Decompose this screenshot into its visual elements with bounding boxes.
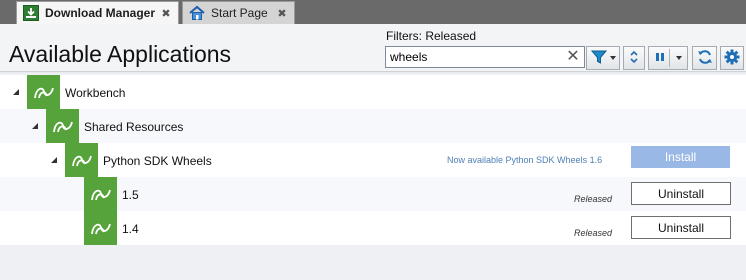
tree-item-label: Workbench <box>65 86 126 100</box>
tab-label: Download Manager <box>45 6 156 20</box>
update-available-text: Now available Python SDK Wheels 1.6 <box>447 155 603 165</box>
page-title: Available Applications <box>9 41 232 67</box>
filters-label: Filters: Released <box>386 29 477 43</box>
close-icon[interactable]: ✖ <box>159 7 173 20</box>
tree-row-python-sdk-wheels[interactable]: Python SDK Wheels Now available Python S… <box>0 143 746 177</box>
tree-item-label: Python SDK Wheels <box>103 154 212 168</box>
search-box[interactable]: ✕ <box>385 46 585 68</box>
status-badge: Released <box>573 228 612 238</box>
filter-button[interactable] <box>586 46 620 70</box>
applications-tree: Workbench Shared Resources Python SDK Wh… <box>0 73 746 280</box>
header: Available Applications Filters: Released… <box>0 24 746 72</box>
search-input[interactable] <box>390 49 560 65</box>
app-logo-icon <box>27 75 60 109</box>
download-icon <box>23 5 39 21</box>
tab-label: Start Page <box>211 6 268 20</box>
close-icon[interactable]: ✖ <box>275 7 289 20</box>
collapse-expand-button[interactable] <box>623 46 645 70</box>
chevron-down-icon <box>609 56 616 60</box>
refresh-icon <box>697 49 713 68</box>
tab-start-page[interactable]: Start Page ✖ <box>182 1 295 24</box>
chevron-down-icon <box>676 56 682 60</box>
tree-row-workbench[interactable]: Workbench <box>0 75 746 109</box>
expander-icon[interactable] <box>51 157 57 163</box>
app-logo-icon <box>46 109 79 143</box>
home-icon <box>189 5 205 21</box>
app-logo-icon <box>84 211 117 245</box>
tab-strip: Download Manager ✖ Start Page ✖ <box>0 0 746 24</box>
app-logo-icon <box>84 177 117 211</box>
refresh-button[interactable] <box>692 46 717 70</box>
tree-row-shared-resources[interactable]: Shared Resources <box>0 109 746 143</box>
install-button[interactable]: Install <box>631 146 730 168</box>
tree-row-version-1-5[interactable]: 1.5 Released Uninstall <box>0 177 746 211</box>
tab-download-manager[interactable]: Download Manager ✖ <box>16 1 179 24</box>
expander-icon[interactable] <box>32 123 38 129</box>
pause-button[interactable] <box>648 46 688 70</box>
status-badge: Released <box>573 194 612 204</box>
pause-icon <box>654 51 666 66</box>
clear-icon[interactable]: ✕ <box>565 48 581 66</box>
divider <box>669 49 670 67</box>
app-logo-icon <box>65 143 98 177</box>
version-label: 1.4 <box>122 222 139 236</box>
funnel-icon <box>590 49 607 68</box>
uninstall-button[interactable]: Uninstall <box>631 216 731 239</box>
tree-item-label: Shared Resources <box>84 120 184 134</box>
tree-row-version-1-4[interactable]: 1.4 Released Uninstall <box>0 211 746 245</box>
uninstall-button[interactable]: Uninstall <box>631 182 731 205</box>
expander-icon[interactable] <box>13 89 19 95</box>
version-label: 1.5 <box>122 188 139 202</box>
collapse-expand-icon <box>629 49 639 68</box>
gear-icon <box>724 49 740 68</box>
settings-button[interactable] <box>720 46 744 70</box>
